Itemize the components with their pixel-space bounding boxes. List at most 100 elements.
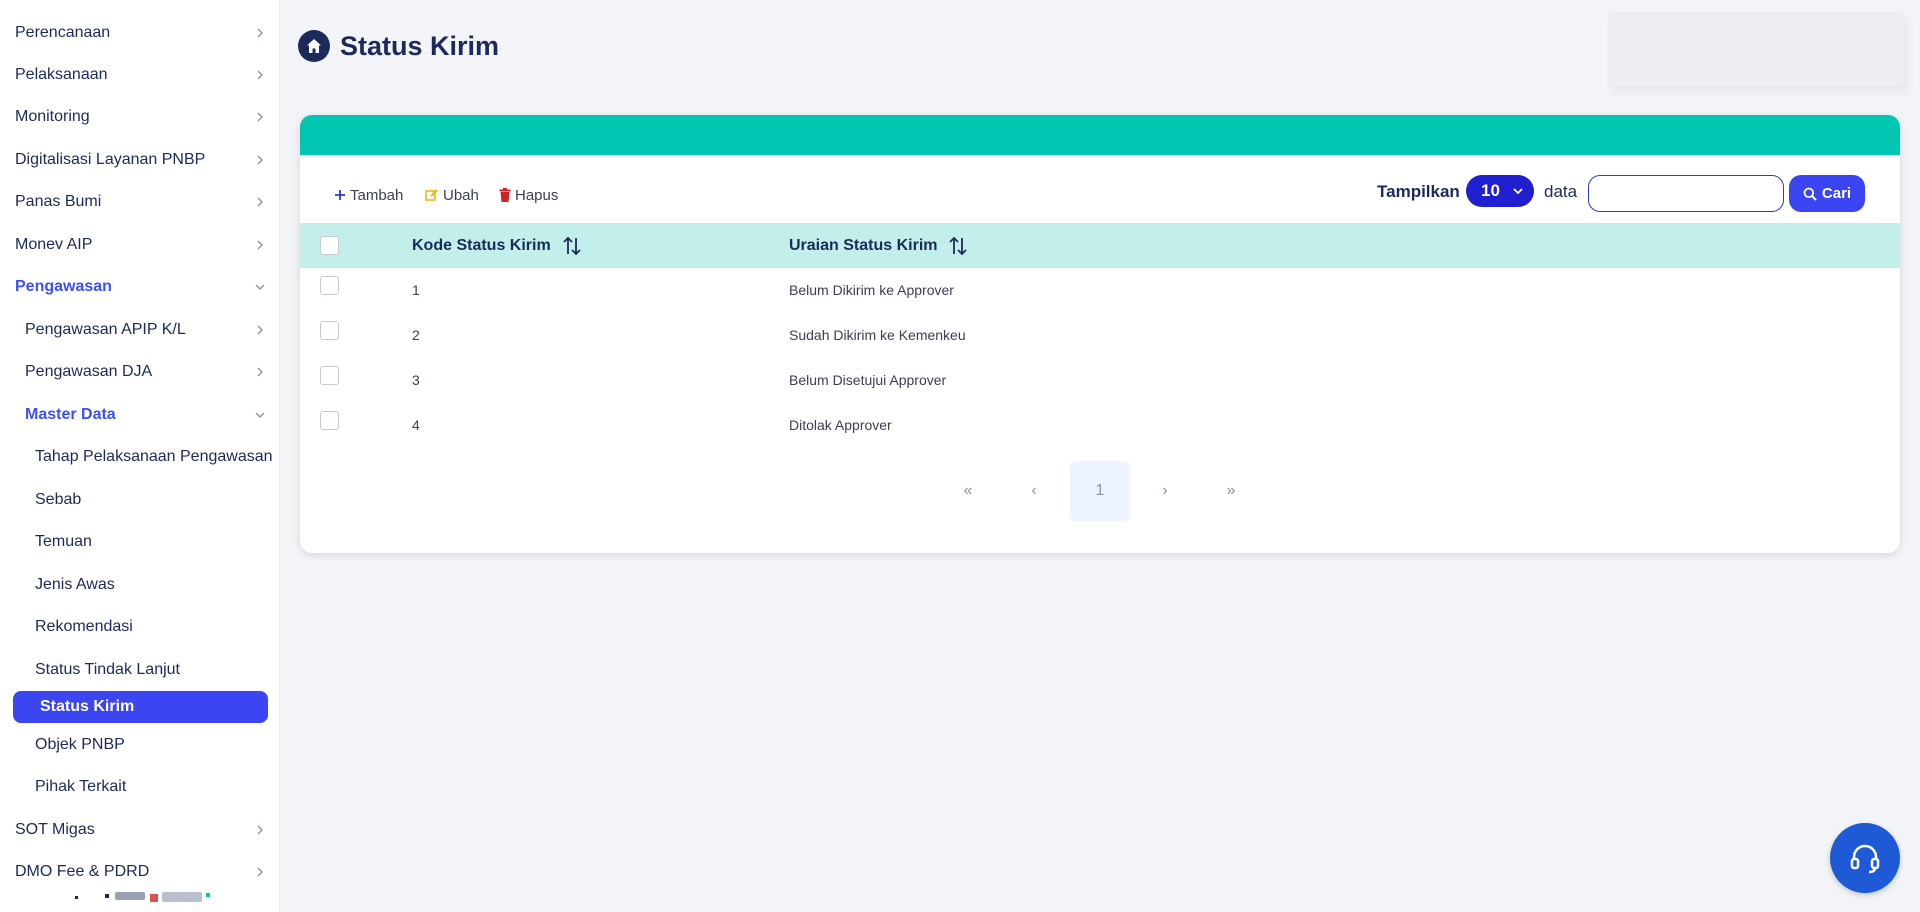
chevron-right-icon	[257, 325, 263, 335]
sidebar-item-objek-pnbp[interactable]: Objek PNBP	[0, 725, 279, 765]
sidebar-item-label: Panas Bumi	[15, 193, 102, 210]
card-header-band	[300, 115, 1900, 155]
sidebar-item-label: Rekomendasi	[35, 618, 133, 635]
sidebar: Perencanaan Pelaksanaan Monitoring Digit…	[0, 0, 280, 912]
home-icon[interactable]	[298, 30, 330, 62]
chevron-right-icon	[257, 825, 263, 835]
chevron-right-icon	[257, 155, 263, 165]
page-size-value: 10	[1481, 181, 1500, 200]
sidebar-item-pengawasan-dja[interactable]: Pengawasan DJA	[0, 352, 279, 392]
page-size-select[interactable]: 10	[1466, 175, 1534, 207]
sidebar-item-dmo-fee[interactable]: DMO Fee & PDRD	[0, 852, 279, 892]
sidebar-item-monitoring[interactable]: Monitoring	[0, 97, 279, 137]
data-label: data	[1544, 182, 1578, 201]
sidebar-item-label: Pelaksanaan	[15, 66, 108, 83]
add-button-label: Tambah	[350, 186, 404, 204]
select-all-checkbox[interactable]	[320, 236, 339, 255]
pagination-last-button[interactable]: »	[1201, 461, 1261, 521]
sidebar-item-rekomendasi[interactable]: Rekomendasi	[0, 607, 279, 647]
headset-icon	[1850, 844, 1880, 874]
row-checkbox[interactable]	[320, 321, 339, 340]
sidebar-item-master-data[interactable]: Master Data	[0, 395, 279, 435]
sidebar-item-pengawasan-apip[interactable]: Pengawasan APIP K/L	[0, 310, 279, 350]
row-checkbox[interactable]	[320, 276, 339, 295]
sidebar-item-pelaksanaan[interactable]: Pelaksanaan	[0, 55, 279, 95]
pagination-page-button[interactable]: 1	[1070, 461, 1130, 521]
search-button-label: Cari	[1821, 185, 1852, 202]
chevron-right-icon	[257, 112, 263, 122]
edit-button-label: Ubah	[443, 186, 479, 204]
sidebar-item-label: Perencanaan	[15, 24, 111, 41]
column-header-uraian[interactable]: Uraian Status Kirim	[789, 235, 969, 257]
search-input[interactable]	[1588, 175, 1784, 212]
sort-icon	[563, 236, 581, 256]
edit-icon	[425, 189, 438, 201]
row-checkbox[interactable]	[320, 366, 339, 385]
sidebar-item-label: Sebab	[35, 491, 82, 508]
sidebar-item-label: Status Kirim	[40, 698, 135, 715]
page-header: Status Kirim	[298, 30, 499, 62]
add-button[interactable]: Tambah	[334, 185, 403, 205]
pagination-prev-button[interactable]: ‹	[1004, 461, 1064, 521]
sidebar-item-label: Jenis Awas	[35, 576, 115, 593]
table-cell-uraian: Ditolak Approver	[789, 417, 892, 433]
table-header: Kode Status Kirim Uraian Status Kirim	[300, 223, 1900, 268]
column-header-label: Kode Status Kirim	[412, 237, 551, 254]
delete-button[interactable]: Hapus	[499, 185, 558, 205]
sidebar-item-label: Master Data	[25, 406, 116, 423]
chevron-right-icon	[257, 240, 263, 250]
sidebar-item-label: Pihak Terkait	[35, 778, 127, 795]
sidebar-item-status-tindak-lanjut[interactable]: Status Tindak Lanjut	[0, 650, 279, 690]
sidebar-item-sot-migas[interactable]: SOT Migas	[0, 810, 279, 850]
sidebar-item-tahap-pelaksanaan[interactable]: Tahap Pelaksanaan Pengawasan	[0, 437, 279, 477]
chevron-down-icon	[1513, 188, 1523, 195]
search-icon	[1803, 187, 1817, 201]
chevron-right-icon	[257, 197, 263, 207]
footer-logo-icon	[75, 892, 210, 902]
sidebar-item-monev-aip[interactable]: Monev AIP	[0, 225, 279, 265]
sidebar-item-label: Monitoring	[15, 108, 90, 125]
help-button[interactable]	[1830, 823, 1900, 893]
sidebar-item-label: Digitalisasi Layanan PNBP	[15, 151, 206, 168]
sort-icon	[949, 236, 968, 256]
delete-button-label: Hapus	[515, 186, 559, 204]
sidebar-item-label: Objek PNBP	[35, 736, 125, 753]
chevron-right-icon	[257, 367, 263, 377]
sidebar-item-label: Pengawasan APIP K/L	[25, 321, 186, 338]
sidebar-item-pengawasan[interactable]: Pengawasan	[0, 267, 279, 307]
table-cell-kode: 3	[412, 372, 420, 388]
column-header-kode[interactable]: Kode Status Kirim	[412, 235, 583, 257]
table-cell-kode: 2	[412, 327, 420, 343]
sidebar-item-panas-bumi[interactable]: Panas Bumi	[0, 182, 279, 222]
sidebar-item-jenis-awas[interactable]: Jenis Awas	[0, 565, 279, 605]
sidebar-item-pihak-terkait[interactable]: Pihak Terkait	[0, 767, 279, 807]
pagination-next-button[interactable]: ›	[1135, 461, 1195, 521]
table-cell-kode: 1	[412, 282, 420, 298]
pagination-first-button[interactable]: «	[938, 461, 998, 521]
page-title: Status Kirim	[340, 30, 500, 61]
sidebar-item-temuan[interactable]: Temuan	[0, 522, 279, 562]
sidebar-item-label: SOT Migas	[15, 821, 95, 838]
sidebar-item-sebab[interactable]: Sebab	[0, 480, 279, 520]
chevron-right-icon	[257, 867, 263, 877]
sidebar-item-label: Temuan	[35, 533, 92, 550]
chevron-right-icon	[257, 28, 263, 38]
table-cell-kode: 4	[412, 417, 420, 433]
chevron-right-icon	[257, 70, 263, 80]
sidebar-item-label: Status Tindak Lanjut	[35, 661, 180, 678]
sidebar-item-label: DMO Fee & PDRD	[15, 863, 150, 880]
sidebar-item-status-kirim[interactable]: Status Kirim	[13, 691, 268, 723]
user-menu[interactable]	[1608, 12, 1904, 86]
sidebar-item-label: Tahap Pelaksanaan Pengawasan	[35, 448, 273, 465]
row-checkbox[interactable]	[320, 411, 339, 430]
sidebar-item-perencanaan[interactable]: Perencanaan	[0, 13, 279, 53]
table-cell-uraian: Belum Disetujui Approver	[789, 372, 947, 388]
search-button[interactable]: Cari	[1789, 175, 1865, 212]
sidebar-item-digitalisasi[interactable]: Digitalisasi Layanan PNBP	[0, 140, 279, 180]
edit-button[interactable]: Ubah	[425, 185, 479, 205]
sidebar-item-label: Monev AIP	[15, 236, 93, 253]
table-cell-uraian: Sudah Dikirim ke Kemenkeu	[789, 327, 966, 343]
chevron-down-icon	[255, 284, 265, 290]
plus-icon	[335, 190, 345, 200]
data-card: Tambah Ubah Hapus Tampilkan 10 data Cari…	[300, 115, 1900, 553]
